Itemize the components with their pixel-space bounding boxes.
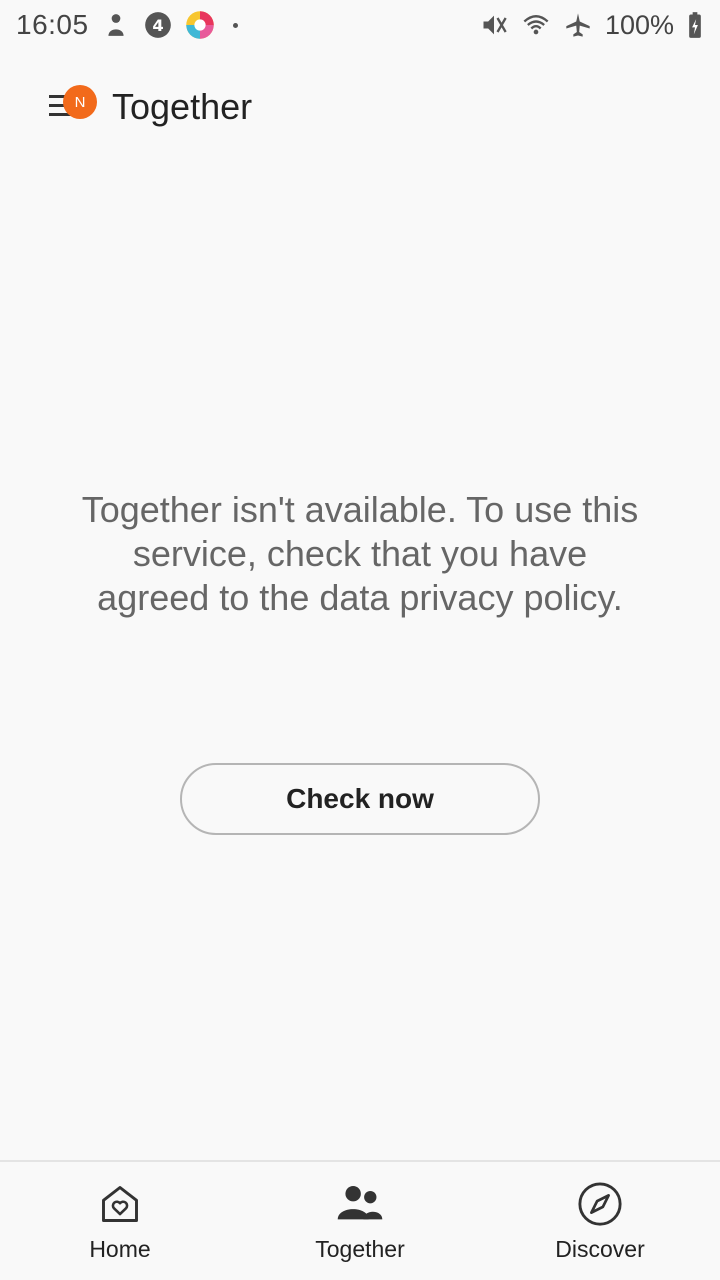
compass-icon: [576, 1180, 624, 1228]
screen: 16:05 4 100% N Together Together isn't a…: [0, 0, 720, 1280]
battery-percent: 100%: [604, 9, 674, 40]
nav-item-together[interactable]: Together: [270, 1162, 450, 1263]
nav-item-discover[interactable]: Discover: [510, 1162, 690, 1263]
page-title: Together: [112, 86, 253, 127]
svg-text:4: 4: [152, 16, 163, 35]
nav-label-home: Home: [89, 1236, 151, 1262]
four-circle-icon: 4: [143, 10, 173, 40]
status-left: 16:05 4: [16, 9, 238, 41]
airplane-icon: [563, 10, 593, 40]
mute-icon: [479, 10, 509, 40]
home-heart-icon: [96, 1180, 144, 1228]
people-icon: [336, 1180, 384, 1228]
app-bar: N Together: [0, 62, 720, 152]
status-time: 16:05: [16, 9, 89, 40]
check-now-button[interactable]: Check now: [180, 763, 540, 835]
lock-person-icon: [101, 10, 131, 40]
menu-button[interactable]: N: [34, 77, 97, 137]
bottom-nav: Home Together Discover: [0, 1160, 720, 1280]
battery-charging-icon: [686, 10, 704, 40]
nav-label-together: Together: [315, 1236, 405, 1262]
nav-label-discover: Discover: [555, 1236, 645, 1262]
colorful-app-icon: [185, 10, 215, 40]
nav-item-home[interactable]: Home: [30, 1162, 210, 1263]
status-bar: 16:05 4 100%: [0, 0, 720, 50]
notification-dot: [232, 22, 238, 28]
menu-badge: N: [63, 85, 97, 119]
wifi-icon: [521, 10, 551, 40]
unavailable-message: Together isn't available. To use this se…: [81, 489, 639, 618]
status-right: 100%: [479, 10, 704, 41]
